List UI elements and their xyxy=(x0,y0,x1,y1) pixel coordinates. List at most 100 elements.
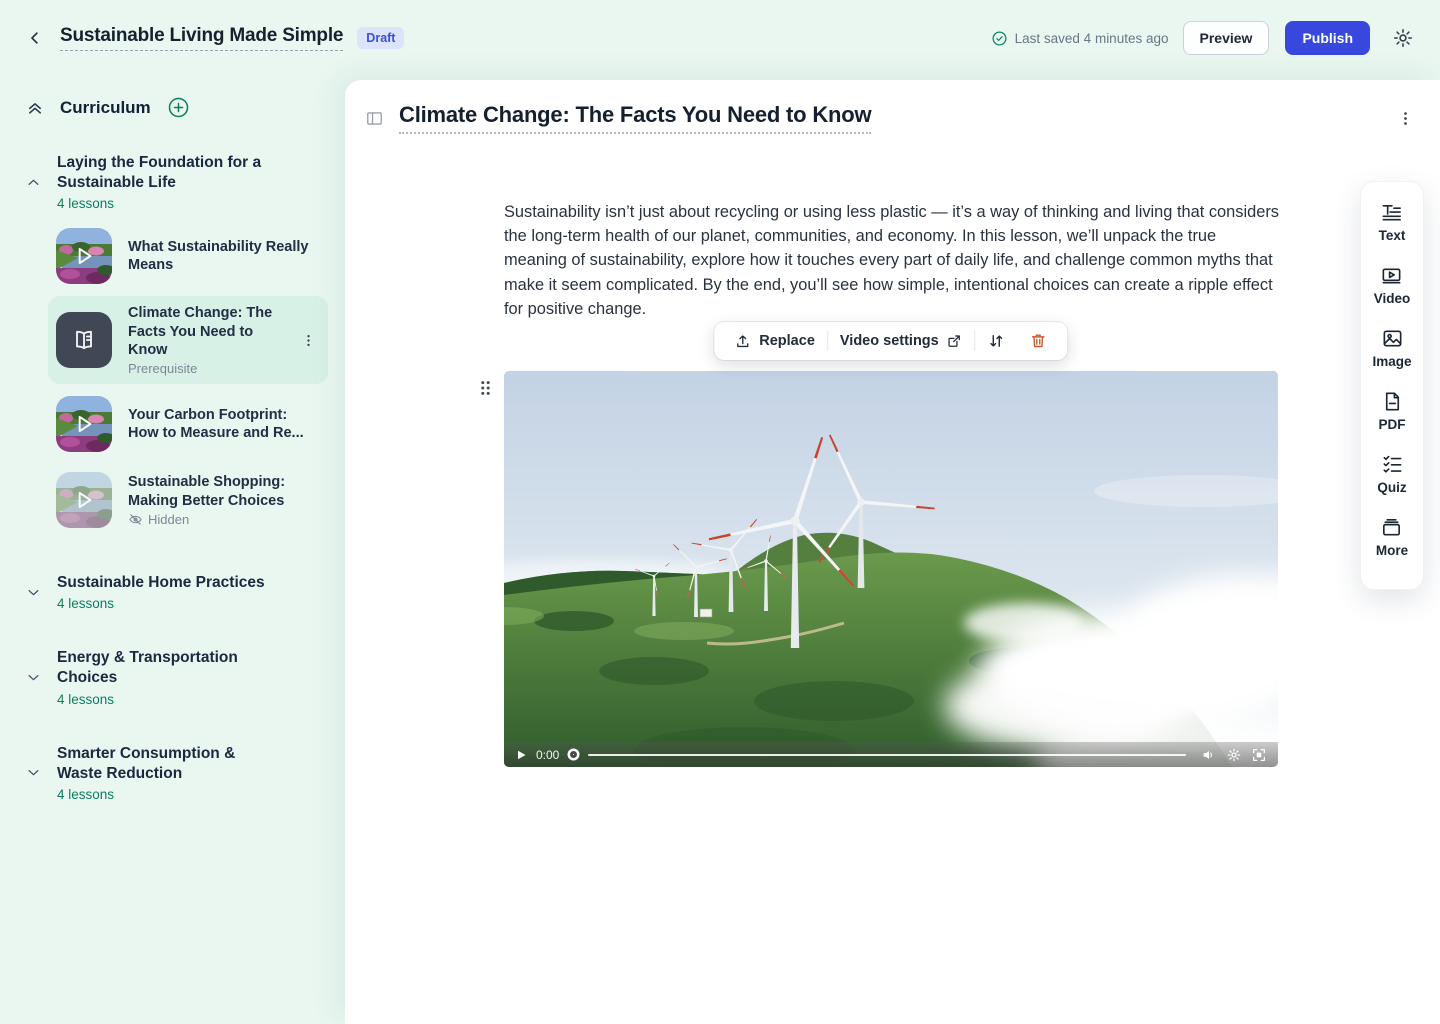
lesson-reading-thumbnail xyxy=(56,312,112,368)
player-settings-button[interactable] xyxy=(1226,747,1242,763)
chevron-down-icon[interactable] xyxy=(26,765,44,780)
section-title: Energy & Transportation Choices xyxy=(57,648,269,688)
eye-off-icon xyxy=(128,512,143,527)
section-lesson-count: 4 lessons xyxy=(57,692,269,707)
lesson-badge: Prerequisite xyxy=(128,361,283,376)
lesson-title: Sustainable Shopping: Making Better Choi… xyxy=(128,473,320,510)
text-block-icon xyxy=(1380,201,1403,224)
volume-button[interactable] xyxy=(1201,747,1217,763)
video-controls: 0:00 xyxy=(504,742,1278,767)
lesson-item-what-sustainability[interactable]: What Sustainability Really Means xyxy=(48,220,328,292)
lesson-item-sustainable-shopping[interactable]: Sustainable Shopping: Making Better Choi… xyxy=(48,464,328,536)
lesson-options-button[interactable] xyxy=(1395,108,1416,129)
image-block-icon xyxy=(1381,327,1404,350)
lesson-menu-button[interactable] xyxy=(299,329,318,352)
video-block-toolbar: Replace Video settings xyxy=(714,322,1067,360)
sidebar-toggle-button[interactable] xyxy=(363,107,386,130)
lesson-page-title[interactable]: Climate Change: The Facts You Need to Kn… xyxy=(399,102,871,134)
curriculum-title: Curriculum xyxy=(60,98,151,118)
video-settings-button[interactable]: Video settings xyxy=(828,322,975,360)
section-title: Laying the Foundation for a Sustainable … xyxy=(57,153,269,193)
grip-dots-icon xyxy=(479,379,492,397)
more-blocks-icon xyxy=(1380,516,1403,539)
add-video-block-button[interactable]: Video xyxy=(1374,264,1411,306)
kebab-icon xyxy=(301,333,316,348)
curriculum-section: Sustainable Home Practices 4 lessons xyxy=(0,573,345,611)
gear-icon xyxy=(1392,27,1414,49)
curriculum-section: Energy & Transportation Choices 4 lesson… xyxy=(0,648,345,706)
panel-toggle-icon xyxy=(365,109,384,128)
chevron-up-icon[interactable] xyxy=(26,175,44,190)
check-circle-icon xyxy=(991,30,1008,47)
move-block-button[interactable] xyxy=(976,322,1018,360)
play-icon xyxy=(515,749,527,761)
back-button[interactable] xyxy=(24,27,46,49)
lesson-item-climate-change[interactable]: Climate Change: The Facts You Need to Kn… xyxy=(48,296,328,384)
kebab-icon xyxy=(1397,110,1414,127)
lesson-item-carbon-footprint[interactable]: Your Carbon Footprint: How to Measure an… xyxy=(48,388,328,460)
quiz-block-icon xyxy=(1381,453,1404,476)
section-header[interactable]: Laying the Foundation for a Sustainable … xyxy=(0,153,345,211)
lesson-title: Your Carbon Footprint: How to Measure an… xyxy=(128,406,320,443)
section-header[interactable]: Sustainable Home Practices 4 lessons xyxy=(0,573,345,611)
gear-icon xyxy=(1226,747,1242,763)
add-block-panel: Text Video Image PDF Quiz More xyxy=(1360,181,1424,590)
more-blocks-button[interactable]: More xyxy=(1376,516,1408,558)
last-saved-text: Last saved 4 minutes ago xyxy=(1015,31,1169,46)
lesson-video-thumbnail xyxy=(56,396,112,452)
progress-track[interactable] xyxy=(588,754,1186,756)
lesson-title: Climate Change: The Facts You Need to Kn… xyxy=(128,304,283,359)
course-title[interactable]: Sustainable Living Made Simple xyxy=(60,25,343,51)
fullscreen-icon xyxy=(1251,747,1267,763)
collapse-all-button[interactable] xyxy=(24,97,46,119)
block-drag-handle[interactable] xyxy=(475,375,496,401)
preview-button[interactable]: Preview xyxy=(1183,21,1270,55)
section-header[interactable]: Energy & Transportation Choices 4 lesson… xyxy=(0,648,345,706)
lesson-editor-panel: Climate Change: The Facts You Need to Kn… xyxy=(345,80,1440,1024)
play-overlay-icon xyxy=(56,228,112,284)
chevrons-up-icon xyxy=(26,99,44,117)
delete-block-button[interactable] xyxy=(1018,322,1060,360)
external-link-icon xyxy=(947,333,963,349)
lesson-hidden-badge: Hidden xyxy=(128,512,320,527)
play-overlay-icon xyxy=(56,396,112,452)
lesson-intro-paragraph[interactable]: Sustainability isn’t just about recyclin… xyxy=(504,200,1282,321)
section-lesson-count: 4 lessons xyxy=(57,596,269,611)
add-text-block-button[interactable]: Text xyxy=(1379,201,1406,243)
scrubber-knob[interactable] xyxy=(570,751,577,758)
add-quiz-block-button[interactable]: Quiz xyxy=(1377,453,1406,495)
section-lesson-count: 4 lessons xyxy=(57,787,269,802)
plus-circle-icon xyxy=(167,96,190,119)
chevron-down-icon[interactable] xyxy=(26,585,44,600)
save-status: Last saved 4 minutes ago xyxy=(991,30,1169,47)
add-pdf-block-button[interactable]: PDF xyxy=(1379,390,1406,432)
lesson-video-thumbnail xyxy=(56,228,112,284)
section-title: Sustainable Home Practices xyxy=(57,573,269,593)
play-overlay-icon xyxy=(56,472,112,528)
section-lesson-count: 4 lessons xyxy=(57,196,269,211)
status-badge: Draft xyxy=(357,27,404,49)
video-block[interactable]: 0:00 xyxy=(504,371,1278,767)
fullscreen-button[interactable] xyxy=(1251,747,1267,763)
play-button[interactable] xyxy=(515,749,527,761)
section-title: Smarter Consumption & Waste Reduction xyxy=(57,744,269,784)
settings-button[interactable] xyxy=(1390,25,1416,51)
trash-icon xyxy=(1030,332,1048,350)
chevron-left-icon xyxy=(26,29,44,47)
publish-button[interactable]: Publish xyxy=(1285,21,1370,55)
add-image-block-button[interactable]: Image xyxy=(1372,327,1411,369)
lesson-title: What Sustainability Really Means xyxy=(128,238,320,275)
lesson-video-thumbnail-hidden xyxy=(56,472,112,528)
chevron-down-icon[interactable] xyxy=(26,670,44,685)
upload-icon xyxy=(734,333,751,350)
video-block-icon xyxy=(1380,264,1403,287)
section-header[interactable]: Smarter Consumption & Waste Reduction 4 … xyxy=(0,744,345,802)
pdf-block-icon xyxy=(1381,390,1404,413)
book-open-icon xyxy=(70,326,98,354)
topbar: Sustainable Living Made Simple Draft Las… xyxy=(0,0,1440,76)
curriculum-section: Smarter Consumption & Waste Reduction 4 … xyxy=(0,744,345,802)
playback-time: 0:00 xyxy=(536,748,559,762)
replace-button[interactable]: Replace xyxy=(722,322,827,360)
volume-icon xyxy=(1201,747,1217,763)
add-section-button[interactable] xyxy=(165,94,192,121)
